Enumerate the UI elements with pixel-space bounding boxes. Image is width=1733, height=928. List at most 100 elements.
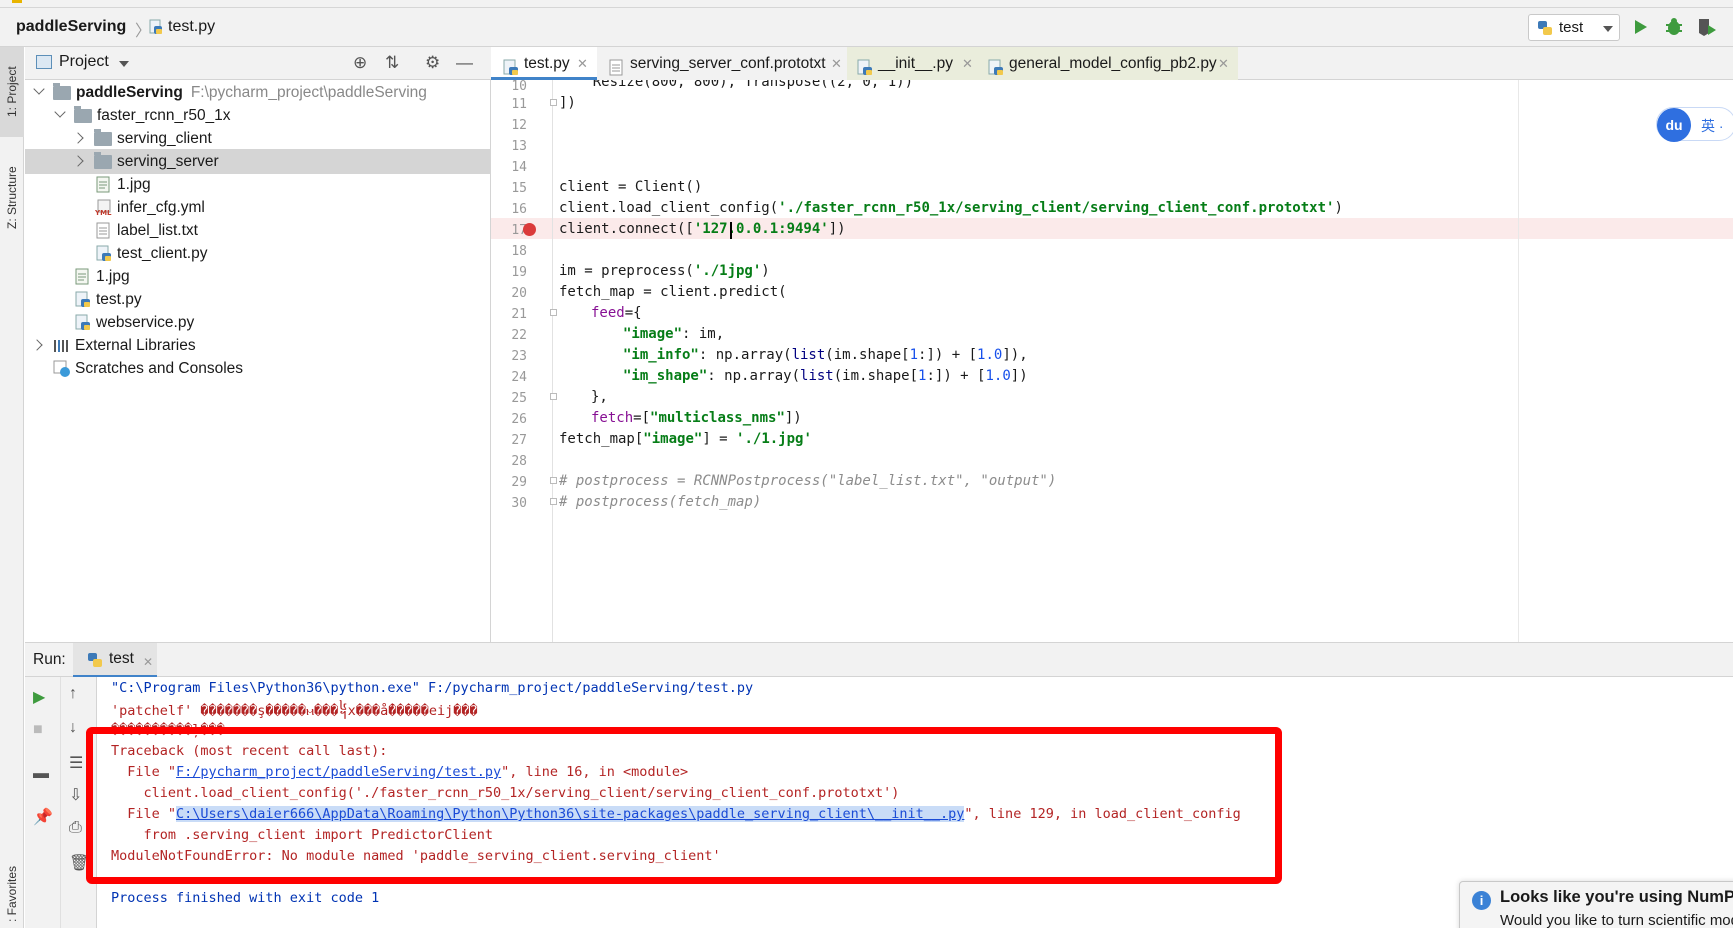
run-icon[interactable] [1633,18,1649,40]
numpy-notification[interactable]: i Looks like you're using NumPy Would yo… [1459,881,1733,928]
chevron-down-icon[interactable] [33,83,45,95]
tree-item-serving-server[interactable]: serving_server [25,149,491,174]
code-text: : np.array( [707,368,801,384]
code-text: client = Client() [559,179,703,195]
run-configuration-select[interactable]: test [1528,14,1620,41]
python-file-icon [149,19,163,39]
folder-icon [53,83,71,100]
tree-item-label-list[interactable]: label_list.txt [25,218,491,243]
stop-icon[interactable]: ■ [33,721,43,739]
code-line: # postprocess = RCNNPostprocess("label_l… [559,473,1056,489]
tree-item-label: faster_rcnn_r50_1x [97,107,231,124]
line-number: 14 [511,160,527,175]
tree-item-faster-rcnn[interactable]: faster_rcnn_r50_1x [25,103,491,128]
tab-init-py[interactable]: __init__.py ✕ [847,47,978,80]
rerun-icon[interactable]: ▶ [33,687,45,707]
close-icon[interactable]: ✕ [577,47,588,80]
translate-widget-label: 英 · [1701,118,1724,134]
tool-window-tab-project[interactable]: 1: Project [0,47,24,137]
gear-icon[interactable]: ⚙ [425,53,440,73]
tree-item-label: test_client.py [117,245,208,262]
tree-item-webservice[interactable]: webservice.py [25,310,491,335]
navigation-bar: paddleServing 〉 test.py test [0,8,1733,47]
hide-panel-icon[interactable]: — [456,53,473,73]
tree-item-path: F:\pycharm_project\paddleServing [190,84,427,101]
translate-widget[interactable]: du 英 · [1656,107,1733,142]
close-icon[interactable]: ✕ [143,655,153,669]
code-text: (im.shape[ [825,347,910,363]
layout-icon[interactable]: ▬ [33,765,49,783]
run-panel-title: Run: [33,651,66,668]
code-string: '127.0.0.1:9494' [693,221,829,237]
arrow-up-icon[interactable]: ↑ [69,685,77,703]
tool-window-tab-structure[interactable]: Z: Structure [0,150,24,246]
code-text: : im, [682,326,725,342]
tree-item-scratches[interactable]: Scratches and Consoles [25,356,491,381]
tree-item-infer-cfg[interactable]: YML infer_cfg.yml [25,195,491,220]
tree-item-test-py[interactable]: test.py [25,287,491,312]
run-configuration-label: test [1559,19,1584,36]
tree-item-test-client[interactable]: test_client.py [25,241,491,266]
run-tab-test[interactable]: test ✕ [73,643,157,678]
tab-serving-server-conf[interactable]: serving_server_conf.prototxt ✕ [597,47,847,80]
tree-item-jpg[interactable]: 1.jpg [25,172,491,197]
code-text: ]) [1010,368,1028,384]
chevron-right-icon[interactable] [31,339,43,351]
notification-body[interactable]: Would you like to turn scientific mode o… [1500,912,1733,928]
tab-label: serving_server_conf.prototxt [630,55,826,72]
run-with-coverage-icon[interactable] [1696,17,1718,41]
line-number: 20 [511,286,527,301]
folder-icon [94,152,112,169]
console-command-line: "C:\Program Files\Python36\python.exe" F… [111,680,754,696]
close-icon[interactable]: ✕ [831,47,842,80]
locate-file-icon[interactable]: ⊕ [353,53,367,73]
close-icon[interactable]: ✕ [962,47,973,80]
tool-window-tab-favorites[interactable]: : Favorites [0,860,24,928]
pin-icon[interactable]: 📌 [33,807,53,827]
tree-item-serving-client[interactable]: serving_client [25,126,491,151]
chevron-right-icon[interactable] [72,132,84,144]
tree-item-paddleserving[interactable]: paddleServing F:\pycharm_project\paddleSe… [25,80,491,105]
notification-title: Looks like you're using NumPy [1500,888,1733,906]
tab-test-py[interactable]: test.py ✕ [491,47,597,80]
line-number: 18 [511,244,527,259]
python-icon [87,652,103,672]
code-string: "im_info" [623,347,699,363]
breakpoint-icon[interactable] [523,223,536,236]
scroll-to-end-icon[interactable]: ⇩ [69,785,82,805]
project-panel-title[interactable]: Project [59,53,109,71]
line-number: 23 [511,349,527,364]
run-panel-header: Run: test ✕ [25,642,1733,678]
scratches-icon [53,360,71,386]
code-text: ]), [1002,347,1028,363]
code-comment: # postprocess = RCNNPostprocess("label_l… [559,473,1057,489]
tree-item-external-libraries[interactable]: External Libraries [25,333,491,358]
breadcrumb-project[interactable]: paddleServing [16,18,126,36]
tree-item-root-jpg[interactable]: 1.jpg [25,264,491,289]
code-comment: # postprocess(fetch_map) [559,494,762,510]
console-output-line: 'patchelf' �������ş�����ⲙ���᧤x���ǻ�����e… [111,703,478,719]
chevron-down-icon[interactable] [54,106,66,118]
arrow-down-icon[interactable]: ↓ [69,719,77,737]
debug-icon[interactable] [1664,17,1684,41]
soft-wrap-icon[interactable]: ☰ [69,753,83,773]
editor-gutter[interactable]: 10 11 12 13 14 15 16 17 18 19 20 21 22 2… [491,79,553,642]
tree-item-label: External Libraries [75,337,196,354]
console-exit-line: Process finished with exit code 1 [111,890,380,906]
print-icon[interactable]: ⎙ [69,819,82,837]
breadcrumb-file[interactable]: test.py [168,18,215,36]
line-number: 25 [511,391,527,406]
text-caret [730,222,732,239]
code-editor[interactable]: Resize(800, 800), Transpose((2, 0, 1)) ]… [553,80,1733,642]
tab-general-model-config[interactable]: general_model_config_pb2.py ✕ [978,47,1238,80]
line-number: 17 [511,223,527,238]
code-line: client = Client() [559,179,702,195]
folder-icon [74,106,92,123]
line-number: 13 [511,139,527,154]
tree-item-label: 1.jpg [117,176,151,193]
collapse-all-icon[interactable]: ⇅ [385,53,399,73]
close-icon[interactable]: ✕ [1218,47,1229,80]
chevron-down-icon[interactable] [119,61,129,67]
code-line: feed={ [591,305,642,321]
chevron-right-icon[interactable] [72,155,84,167]
